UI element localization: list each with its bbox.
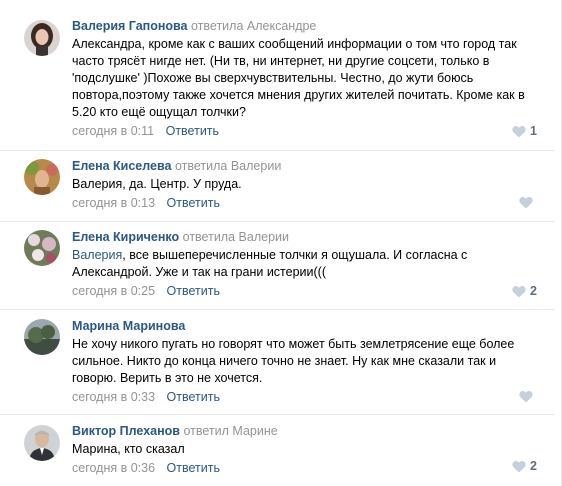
comment-header: Марина Маринова <box>72 318 539 334</box>
replied-label: ответил <box>183 424 229 438</box>
replied-label: ответила <box>191 19 244 33</box>
mention-link[interactable]: Валерия <box>72 248 122 262</box>
comment-item: Елена Киселева ответила Валерии Валерия,… <box>0 151 555 222</box>
comment-body: Марина Маринова Не хочу никого пугать но… <box>72 318 539 405</box>
avatar[interactable] <box>24 20 60 56</box>
reply-button[interactable]: Ответить <box>167 461 220 475</box>
timestamp-link[interactable]: сегодня в 0:11 <box>72 124 154 138</box>
comment-body: Елена Кириченко ответила Валерии Валерия… <box>72 229 539 299</box>
heart-icon <box>512 125 526 137</box>
floral-avatar-icon <box>24 230 60 266</box>
timestamp-link[interactable]: сегодня в 0:36 <box>72 461 155 475</box>
reply-to-link[interactable]: Александре <box>247 19 317 33</box>
reply-to-link[interactable]: Марине <box>232 424 277 438</box>
reply-button[interactable]: Ответить <box>166 124 219 138</box>
reply-button[interactable]: Ответить <box>167 390 220 404</box>
like-count: 2 <box>530 284 537 298</box>
author-link[interactable]: Елена Киселева <box>72 159 171 173</box>
comment-meta: сегодня в 0:11 Ответить <box>72 123 539 139</box>
comment-body: Виктор Плеханов ответил Марине Марина, к… <box>72 423 539 476</box>
author-link[interactable]: Валерия Гапонова <box>72 19 188 33</box>
timestamp-link[interactable]: сегодня в 0:25 <box>72 284 155 298</box>
timestamp-link[interactable]: сегодня в 0:33 <box>72 390 155 404</box>
like-button[interactable] <box>519 196 537 209</box>
like-button[interactable]: 2 <box>512 284 537 298</box>
comment-body: Валерия Гапонова ответила Александре Але… <box>72 18 539 139</box>
comment-header: Елена Киселева ответила Валерии <box>72 158 539 174</box>
replied-label: ответила <box>182 230 236 244</box>
avatar[interactable] <box>24 159 60 195</box>
like-button[interactable] <box>519 390 537 403</box>
comment-meta: сегодня в 0:36 Ответить <box>72 460 539 476</box>
comment-text: Не хочу никого пугать но говорят что мож… <box>72 337 515 385</box>
reply-to-link[interactable]: Валерии <box>239 230 289 244</box>
comment-text: Валерия, да. Центр. У пруда. <box>72 177 242 191</box>
avatar[interactable] <box>24 319 60 355</box>
comment-item: Марина Маринова Не хочу никого пугать но… <box>0 310 555 415</box>
comment-text-body: , все вышеперечисленные толчки я ощушала… <box>72 248 468 279</box>
like-count: 2 <box>530 459 537 473</box>
avatar[interactable] <box>24 230 60 266</box>
like-button[interactable]: 2 <box>512 459 537 473</box>
comment-text: Марина, кто сказал <box>72 442 185 456</box>
heart-icon <box>512 285 526 297</box>
reply-button[interactable]: Ответить <box>167 196 220 210</box>
author-link[interactable]: Елена Кириченко <box>72 230 179 244</box>
like-count: 1 <box>530 124 537 138</box>
reply-button[interactable]: Ответить <box>167 284 220 298</box>
comment-body: Елена Киселева ответила Валерии Валерия,… <box>72 158 539 211</box>
landscape-avatar-icon <box>24 319 60 355</box>
heart-icon <box>512 460 526 472</box>
heart-icon <box>519 197 533 209</box>
comment-item: Валерия Гапонова ответила Александре Але… <box>0 0 555 151</box>
comment-item: Елена Кириченко ответила Валерии Валерия… <box>0 222 555 310</box>
man-suit-avatar-icon <box>24 425 60 461</box>
comment-item: Виктор Плеханов ответил Марине Марина, к… <box>0 415 555 486</box>
woman-flowers-avatar-icon <box>24 159 60 195</box>
like-button[interactable]: 1 <box>512 124 537 138</box>
comments-feed: Валерия Гапонова ответила Александре Але… <box>0 0 562 486</box>
replied-label: ответила <box>174 159 228 173</box>
timestamp-link[interactable]: сегодня в 0:13 <box>72 196 155 210</box>
author-link[interactable]: Марина Маринова <box>72 319 185 333</box>
comment-text: Александра, кроме как с ваших сообщений … <box>72 37 525 119</box>
heart-icon <box>519 391 533 403</box>
comment-header: Елена Кириченко ответила Валерии <box>72 229 539 245</box>
comment-text: Валерия, все вышеперечисленные толчки я … <box>72 247 542 281</box>
comment-header: Виктор Плеханов ответил Марине <box>72 423 539 439</box>
comment-meta: сегодня в 0:13 Ответить <box>72 195 539 211</box>
woman-dark-hair-avatar-icon <box>24 20 60 56</box>
author-link[interactable]: Виктор Плеханов <box>72 424 180 438</box>
comment-header: Валерия Гапонова ответила Александре <box>72 18 539 34</box>
avatar[interactable] <box>24 425 60 461</box>
comment-meta: сегодня в 0:33 Ответить <box>72 389 539 405</box>
reply-to-link[interactable]: Валерии <box>231 159 281 173</box>
comment-meta: сегодня в 0:25 Ответить <box>72 283 539 299</box>
